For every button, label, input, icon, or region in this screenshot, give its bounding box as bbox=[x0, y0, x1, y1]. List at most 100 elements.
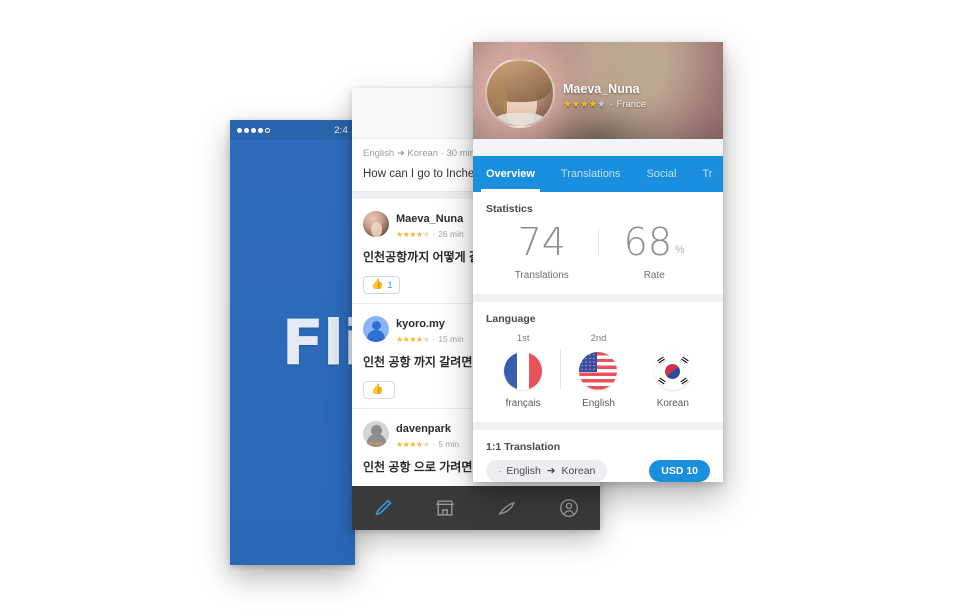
arrow-right-icon: ➜ bbox=[396, 148, 405, 159]
language-section: Language 1st français 2nd English Korean bbox=[473, 302, 723, 422]
language-first: 1st français bbox=[486, 333, 560, 409]
rating-stars: ★★★★★ bbox=[563, 99, 606, 110]
flag-trigram bbox=[680, 377, 689, 386]
tab-social[interactable]: Social bbox=[633, 156, 689, 192]
stat-value-wrap: 74 bbox=[486, 223, 598, 261]
tab-translations[interactable]: Translations bbox=[548, 156, 634, 192]
request-source-lang: English bbox=[363, 148, 395, 159]
language-name: English bbox=[582, 398, 615, 409]
language-title: Language bbox=[486, 313, 536, 325]
author-meta: ★★★★★ · 15 min bbox=[396, 334, 464, 344]
store-icon bbox=[436, 500, 454, 516]
tabbar-item-store[interactable] bbox=[414, 497, 476, 519]
avatar-badge: Flitto bbox=[369, 441, 383, 446]
language-third: Korean bbox=[636, 333, 710, 409]
translation-time: 15 min bbox=[438, 334, 464, 344]
app-logo: Fli bbox=[281, 306, 355, 379]
language-ordinal: 1st bbox=[516, 333, 530, 344]
author-block: kyoro.my ★★★★★ · 15 min bbox=[396, 314, 464, 344]
author-name: davenpark bbox=[396, 423, 452, 435]
rating-stars: ★★★★★ bbox=[396, 229, 430, 239]
profile-identity: Maeva_Nuna ★★★★★ · France bbox=[563, 82, 646, 110]
korea-flag-icon bbox=[653, 352, 692, 390]
section-divider bbox=[473, 294, 723, 302]
pair-target: Korean bbox=[561, 465, 596, 477]
author-meta: ★★★★★ · 26 min bbox=[396, 229, 464, 239]
flag-trigram bbox=[657, 356, 666, 365]
translation-time: 26 min bbox=[438, 229, 464, 239]
davenpark-avatar: Flitto bbox=[363, 421, 389, 447]
flag-canton bbox=[579, 352, 597, 372]
tab-more[interactable]: Tr bbox=[689, 156, 723, 192]
profile-country: France bbox=[616, 99, 647, 110]
language-ordinal bbox=[636, 333, 710, 345]
pair-source: English bbox=[506, 465, 541, 477]
stat-unit: % bbox=[675, 244, 685, 256]
cloud-icon bbox=[498, 502, 516, 515]
profile-name: Maeva_Nuna bbox=[563, 82, 640, 96]
author-meta: ★★★★★ · 5 min bbox=[396, 439, 459, 449]
avatar-shirt bbox=[494, 112, 546, 126]
profile-icon bbox=[560, 499, 578, 517]
profile-tabs: Overview Translations Social Tr bbox=[473, 156, 723, 192]
pencil-icon bbox=[375, 499, 392, 516]
arrow-right-icon: ➜ bbox=[546, 465, 556, 477]
language-ordinal: 2nd bbox=[590, 333, 607, 344]
language-name: Korean bbox=[656, 398, 689, 409]
stat-label: Rate bbox=[643, 270, 665, 281]
request-time: 30 min bbox=[446, 148, 476, 159]
thumbs-up-icon: 👍 bbox=[371, 279, 384, 290]
stat-value: 68 bbox=[623, 220, 673, 264]
mockup-stage: 2:4 Fli Tran English ➜ Korean · 30 min H… bbox=[0, 0, 960, 616]
author-block: Maeva_Nuna ★★★★★ · 26 min bbox=[396, 209, 464, 239]
author-block: davenpark ★★★★★ · 5 min bbox=[396, 419, 459, 449]
france-flag-icon bbox=[504, 352, 543, 390]
meta-separator: · bbox=[609, 99, 613, 110]
stat-value-wrap: 68 % bbox=[599, 223, 711, 261]
statistics-section: Statistics 74 Translations 68 % Rate bbox=[473, 192, 723, 294]
rating-stars: ★★★★★ bbox=[396, 334, 430, 344]
bottom-tabbar bbox=[352, 486, 600, 530]
tabbar-item-profile[interactable] bbox=[538, 497, 600, 519]
translation-offer-section: 1:1 Translation · English ➜ Korean USD 1… bbox=[473, 430, 723, 482]
statistics-values: 74 Translations 68 % Rate bbox=[486, 221, 710, 281]
tabbar-item-write[interactable] bbox=[352, 497, 414, 519]
statistics-title: Statistics bbox=[486, 203, 533, 215]
hero-bottom-gap bbox=[473, 139, 723, 156]
status-bar: 2:4 bbox=[230, 120, 355, 140]
language-values: 1st français 2nd English Korean bbox=[486, 331, 710, 409]
bullet-icon: · bbox=[498, 465, 502, 477]
like-button[interactable]: 👍 bbox=[363, 381, 396, 399]
flag-taeguk bbox=[665, 363, 681, 379]
like-button[interactable]: 👍 1 bbox=[363, 276, 401, 294]
status-clock: 2:4 bbox=[334, 124, 348, 136]
language-pair-chip[interactable]: · English ➜ Korean bbox=[486, 460, 608, 482]
rating-stars: ★★★★★ bbox=[396, 439, 430, 449]
profile-rating-row: ★★★★★ · France bbox=[563, 99, 646, 110]
author-name: kyoro.my bbox=[396, 318, 445, 330]
language-second: 2nd English bbox=[561, 333, 635, 409]
profile-hero-banner: Maeva_Nuna ★★★★★ · France bbox=[473, 42, 723, 139]
flag-trigram bbox=[680, 356, 689, 365]
meta-separator: · bbox=[440, 148, 444, 159]
splash-phone-panel: 2:4 Fli bbox=[230, 120, 355, 565]
avatar[interactable] bbox=[485, 58, 555, 128]
stat-value: 74 bbox=[517, 220, 566, 264]
stat-label: Translations bbox=[514, 270, 569, 281]
maeva-avatar bbox=[363, 211, 389, 237]
tabbar-item-feed[interactable] bbox=[476, 497, 538, 519]
language-name: français bbox=[505, 398, 541, 409]
stat-rate: 68 % Rate bbox=[599, 223, 711, 281]
tab-overview[interactable]: Overview bbox=[473, 156, 548, 192]
meta-separator: · bbox=[432, 439, 436, 449]
author-name: Maeva_Nuna bbox=[396, 213, 464, 225]
thumbs-up-icon: 👍 bbox=[371, 384, 384, 395]
kyoro-avatar bbox=[363, 316, 389, 342]
flag-trigram bbox=[657, 377, 666, 386]
meta-separator: · bbox=[432, 334, 436, 344]
profile-phone-panel: Maeva_Nuna ★★★★★ · France Overview Trans… bbox=[473, 42, 723, 482]
meta-separator: · bbox=[432, 229, 436, 239]
price-button[interactable]: USD 10 bbox=[649, 460, 710, 482]
offer-title: 1:1 Translation bbox=[486, 441, 561, 453]
request-target-lang: Korean bbox=[407, 148, 439, 159]
